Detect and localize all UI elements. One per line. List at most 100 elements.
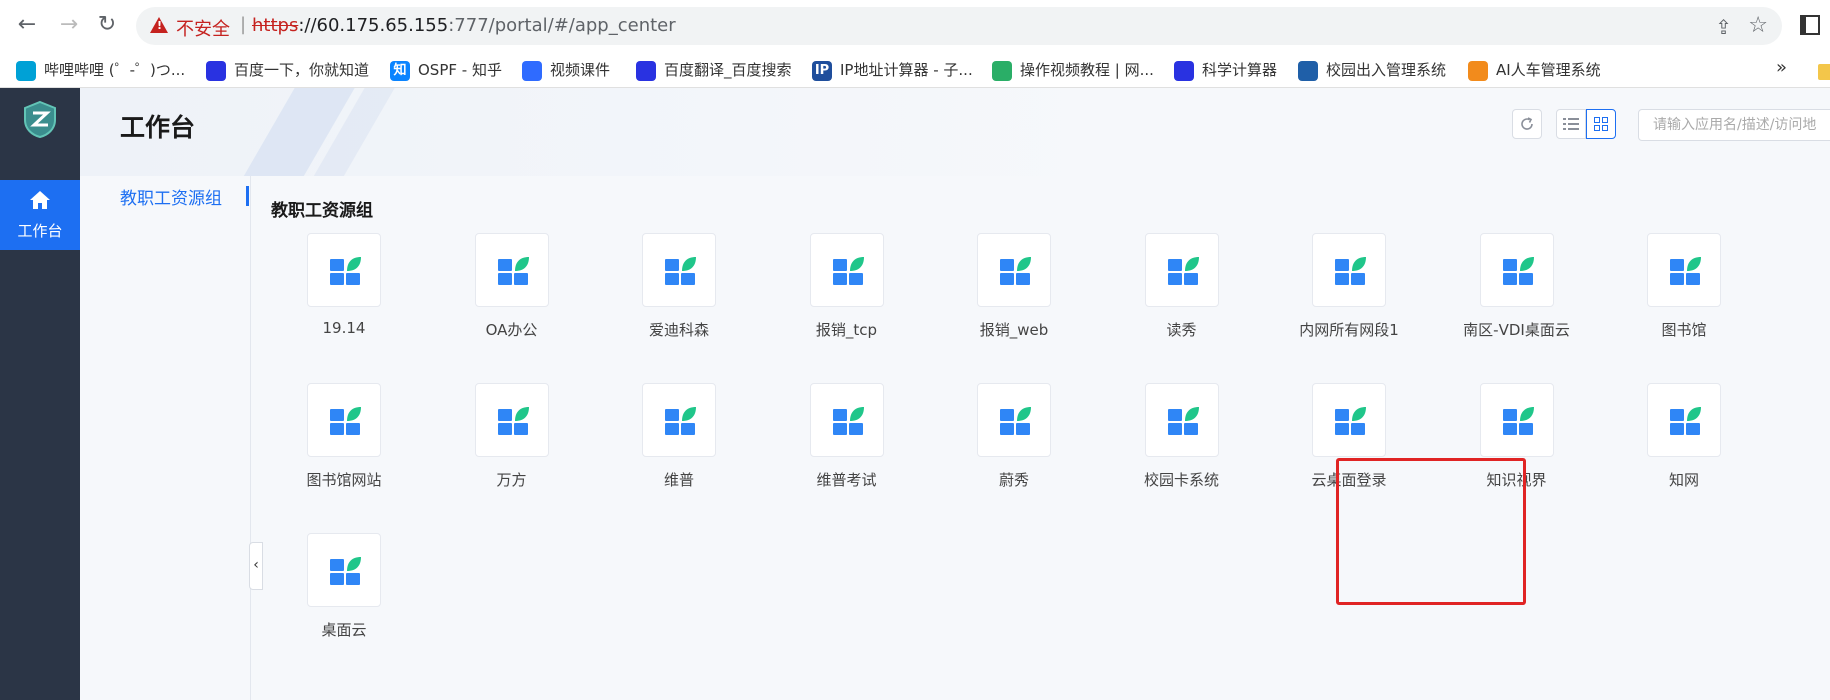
grid-view-icon bbox=[1594, 117, 1608, 131]
address-bar[interactable]: 不安全 | https://60.175.65.155:777/portal/#… bbox=[136, 7, 1782, 45]
app-windows-icon bbox=[832, 257, 864, 285]
app-icon-box[interactable] bbox=[1479, 233, 1554, 307]
app-tile-label: 读秀 bbox=[1166, 321, 1197, 339]
group-nav-active-indicator bbox=[246, 186, 249, 206]
reload-icon[interactable]: ↻ bbox=[94, 12, 120, 38]
share-icon[interactable]: ⇪ bbox=[1715, 15, 1732, 39]
app-windows-icon bbox=[665, 407, 696, 435]
list-view-button[interactable] bbox=[1556, 109, 1586, 139]
app-tile-label: 知网 bbox=[1668, 471, 1699, 489]
app-icon-box[interactable] bbox=[1144, 383, 1219, 457]
warning-icon[interactable] bbox=[150, 17, 168, 33]
app-tile-label: 图书馆网站 bbox=[306, 471, 382, 489]
bookmark-label: 校园出入管理系统 bbox=[1326, 61, 1447, 79]
app-windows-icon bbox=[330, 257, 361, 285]
app-tile[interactable]: 读秀 bbox=[1109, 233, 1249, 353]
app-icon-box[interactable] bbox=[977, 233, 1051, 307]
app-icon-box[interactable] bbox=[307, 233, 381, 307]
baidu-paw-icon bbox=[206, 60, 226, 81]
app-tile[interactable]: 内网所有网段1 bbox=[1276, 233, 1416, 353]
app-tile[interactable]: OA办公 bbox=[439, 233, 579, 353]
app-icon-box[interactable] bbox=[1312, 233, 1386, 307]
app-tile[interactable]: 校园卡系统 bbox=[1109, 383, 1249, 503]
bookmark-item[interactable]: 百度翻译_百度搜索 bbox=[636, 59, 792, 81]
app-icon-box[interactable] bbox=[1312, 383, 1386, 457]
app-icon-box[interactable] bbox=[642, 233, 716, 307]
app-tile[interactable]: 桌面云 bbox=[271, 533, 411, 653]
app-icon-box[interactable] bbox=[307, 533, 381, 607]
app-icon-box[interactable] bbox=[1647, 383, 1721, 457]
bookmark-item[interactable]: 哔哩哔哩 (゜-゜)つ... bbox=[16, 59, 185, 81]
app-icon-box[interactable] bbox=[1144, 233, 1219, 307]
collapse-panel-button[interactable]: ‹ bbox=[249, 542, 263, 590]
app-windows-icon bbox=[1335, 407, 1366, 435]
star-icon[interactable]: ☆ bbox=[1748, 13, 1768, 38]
refresh-icon bbox=[1521, 117, 1533, 130]
bookmark-item[interactable]: AI人车管理系统 bbox=[1468, 59, 1601, 81]
bookmark-item[interactable]: IP IP地址计算器 - 子... bbox=[812, 59, 973, 81]
bookmark-item[interactable]: 操作视频教程 | 网... bbox=[992, 59, 1154, 81]
app-tile-label: 南区-VDI桌面云 bbox=[1463, 321, 1570, 339]
app-tile[interactable]: 万方 bbox=[439, 383, 579, 503]
chevron-left-icon: ‹ bbox=[253, 557, 259, 573]
app-tile[interactable]: 报销_tcp bbox=[774, 233, 914, 353]
folder-icon[interactable] bbox=[1818, 64, 1830, 80]
url-host: ://60.175.65.155 bbox=[298, 15, 449, 36]
app-tile[interactable]: 维普考试 bbox=[774, 383, 914, 503]
app-tile[interactable]: 报销_web bbox=[941, 233, 1081, 353]
app-windows-icon bbox=[1335, 257, 1366, 285]
app-windows-icon bbox=[1670, 257, 1701, 285]
app-tile-label: 报销_web bbox=[979, 321, 1049, 339]
panel-divider bbox=[250, 176, 251, 700]
wechat-icon bbox=[992, 60, 1012, 81]
app-tile[interactable]: 爱迪科森 bbox=[606, 233, 746, 353]
bookmarks-overflow-button[interactable]: » bbox=[1776, 57, 1787, 78]
group-nav-item[interactable]: 教职工资源组 bbox=[120, 184, 250, 214]
app-icon-box[interactable] bbox=[474, 233, 549, 307]
app-tile[interactable]: 蔚秀 bbox=[941, 383, 1081, 503]
bilibili-icon bbox=[16, 60, 36, 81]
app-icon-box[interactable] bbox=[1479, 383, 1554, 457]
app-tile[interactable]: 知网 bbox=[1611, 383, 1751, 503]
app-icon-box[interactable] bbox=[307, 383, 381, 457]
back-arrow-icon[interactable]: ← bbox=[14, 12, 40, 38]
sidebar-item-workbench[interactable]: 工作台 bbox=[0, 180, 80, 250]
campus-logo-icon bbox=[1298, 60, 1318, 81]
app-tile-label: 19.14 bbox=[322, 319, 366, 337]
app-icon-box[interactable] bbox=[809, 233, 884, 307]
bookmark-item[interactable]: 科学计算器 bbox=[1174, 59, 1277, 81]
app-tile[interactable]: 图书馆 bbox=[1611, 233, 1751, 353]
forward-arrow-icon[interactable]: → bbox=[56, 12, 82, 38]
app-tile[interactable]: 19.14 bbox=[271, 233, 411, 353]
app-icon-box[interactable] bbox=[977, 383, 1051, 457]
app-tile-label: 校园卡系统 bbox=[1143, 471, 1219, 489]
app-tile-label: 维普 bbox=[663, 471, 694, 489]
app-tile[interactable]: 图书馆网站 bbox=[271, 383, 411, 503]
app-icon-box[interactable] bbox=[1647, 233, 1721, 307]
bookmarks-bar: 哔哩哔哩 (゜-゜)つ... 百度一下，你就知道 知 OSPF - 知乎 视频课件 百度翻… bbox=[0, 52, 1830, 88]
main-content: 工作台 教职工资源组 ‹ 教职工资源组 19.14OA办公爱 bbox=[80, 88, 1830, 700]
app-tile[interactable]: 维普 bbox=[606, 383, 746, 503]
app-tile[interactable]: 南区-VDI桌面云 bbox=[1444, 233, 1584, 353]
baidu-cloud-icon bbox=[522, 60, 542, 81]
refresh-button[interactable] bbox=[1512, 109, 1542, 139]
app-sidebar: 工作台 bbox=[0, 88, 80, 700]
app-windows-icon bbox=[1167, 257, 1199, 285]
bookmark-item[interactable]: 百度一下，你就知道 bbox=[206, 59, 369, 81]
app-icon-box[interactable] bbox=[809, 383, 884, 457]
app-windows-icon bbox=[1000, 257, 1031, 285]
url-text[interactable]: https://60.175.65.155:777/portal/#/app_c… bbox=[252, 15, 676, 36]
bookmark-item[interactable]: 校园出入管理系统 bbox=[1298, 59, 1446, 81]
security-status[interactable]: 不安全 bbox=[176, 15, 230, 41]
sidebar-item-label: 工作台 bbox=[17, 222, 63, 240]
grid-view-button[interactable] bbox=[1586, 109, 1616, 139]
app-icon-box[interactable] bbox=[642, 383, 716, 457]
group-nav-label: 教职工资源组 bbox=[120, 189, 222, 209]
app-icon-box[interactable] bbox=[474, 383, 549, 457]
list-view-icon bbox=[1563, 118, 1579, 130]
bookmark-item[interactable]: 视频课件 bbox=[522, 59, 610, 81]
search-input[interactable] bbox=[1638, 109, 1830, 141]
side-panel-icon[interactable] bbox=[1800, 15, 1820, 35]
bookmark-item[interactable]: 知 OSPF - 知乎 bbox=[390, 59, 502, 81]
app-windows-icon bbox=[497, 407, 529, 435]
